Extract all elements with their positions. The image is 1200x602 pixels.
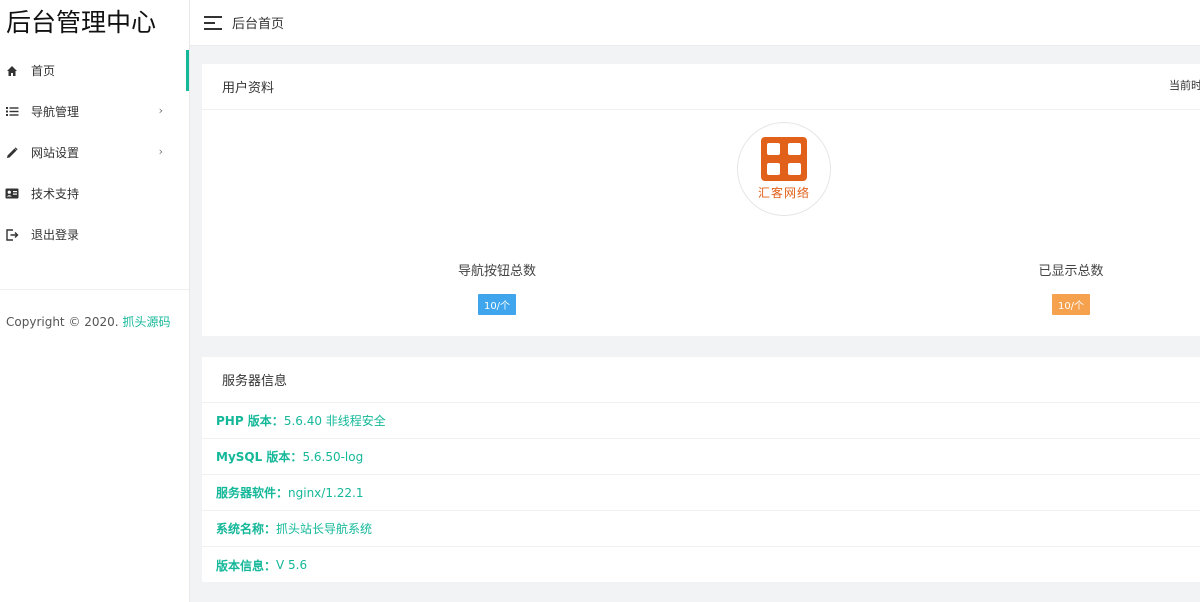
sidebar-item-logout[interactable]: 退出登录 <box>0 214 189 255</box>
sidebar-item-label: 首页 <box>31 64 56 78</box>
info-key: PHP 版本： <box>216 414 284 428</box>
info-row: 版本信息： V 5.6 <box>202 547 1200 583</box>
sidebar: 后台管理中心 首页 导航管理 › 网站设置 › 技术支持 退出登录 Copyri… <box>0 0 190 602</box>
stat-nav-buttons: 导航按钮总数 10/个 <box>417 260 577 315</box>
menu-toggle-icon[interactable] <box>204 15 222 30</box>
info-row: MySQL 版本： 5.6.50-log <box>202 439 1200 475</box>
info-key: 系统名称： <box>216 522 277 536</box>
logo-text: 汇客网络 <box>757 186 810 200</box>
logout-icon <box>5 228 19 242</box>
list-icon <box>5 105 19 119</box>
stat-label: 导航按钮总数 <box>457 264 536 279</box>
profile-card-title: 用户资料 <box>222 81 275 96</box>
stat-badge: 10/个 <box>1051 294 1091 315</box>
sidebar-item-support[interactable]: 技术支持 <box>0 173 189 214</box>
stat-displayed: 已显示总数 10/个 <box>991 260 1151 315</box>
info-value: nginx/1.22.1 <box>288 485 364 500</box>
avatar: 汇客网络 <box>737 122 831 216</box>
info-value: 5.6.50-log <box>302 449 364 464</box>
stat-badge: 10/个 <box>477 294 517 315</box>
info-key: 版本信息： <box>216 558 277 573</box>
home-icon <box>5 64 19 78</box>
server-card-header: 服务器信息 <box>202 357 1200 403</box>
info-value: 抓头站长导航系统 <box>276 522 373 536</box>
app-title: 后台管理中心 <box>6 8 157 37</box>
profile-card-header: 用户资料 当前时 <box>202 64 1200 110</box>
company-logo-icon <box>761 137 807 181</box>
info-row: 服务器软件： nginx/1.22.1 <box>202 475 1200 511</box>
chevron-right-icon: › <box>158 104 163 117</box>
info-key: 服务器软件： <box>216 486 289 500</box>
sidebar-item-label: 导航管理 <box>31 105 80 119</box>
copyright: Copyright © 2020. 抓头源码 <box>0 290 189 330</box>
sidebar-item-site-settings[interactable]: 网站设置 › <box>0 132 189 173</box>
sidebar-item-label: 退出登录 <box>31 228 80 242</box>
info-row: 系统名称： 抓头站长导航系统 <box>202 511 1200 547</box>
sidebar-nav: 首页 导航管理 › 网站设置 › 技术支持 退出登录 <box>0 50 189 255</box>
top-header: 后台首页 <box>190 0 1200 46</box>
server-info-card: 服务器信息 PHP 版本： 5.6.40 非线程安全 MySQL 版本： 5.6… <box>202 357 1200 582</box>
sidebar-item-nav-manage[interactable]: 导航管理 › <box>0 91 189 132</box>
id-card-icon <box>5 187 19 201</box>
sidebar-item-home[interactable]: 首页 <box>0 50 189 91</box>
info-key: MySQL 版本： <box>216 450 303 464</box>
copyright-text: Copyright © 2020. <box>6 315 119 329</box>
copyright-link[interactable]: 抓头源码 <box>122 315 170 329</box>
server-card-title: 服务器信息 <box>222 374 288 389</box>
info-row: PHP 版本： 5.6.40 非线程安全 <box>202 403 1200 439</box>
profile-card: 用户资料 当前时 汇客网络 导航按钮总数 10/个 已显示总数 10/个 <box>202 64 1200 336</box>
info-value: 5.6.40 非线程安全 <box>283 414 386 428</box>
sidebar-item-label: 技术支持 <box>31 187 80 201</box>
sidebar-item-label: 网站设置 <box>31 146 80 160</box>
stat-label: 已显示总数 <box>1038 264 1104 279</box>
pencil-icon <box>5 146 19 160</box>
breadcrumb: 后台首页 <box>232 17 285 32</box>
chevron-right-icon: › <box>158 145 163 158</box>
current-time-label: 当前时 <box>1169 79 1200 92</box>
info-value: V 5.6 <box>276 558 308 572</box>
